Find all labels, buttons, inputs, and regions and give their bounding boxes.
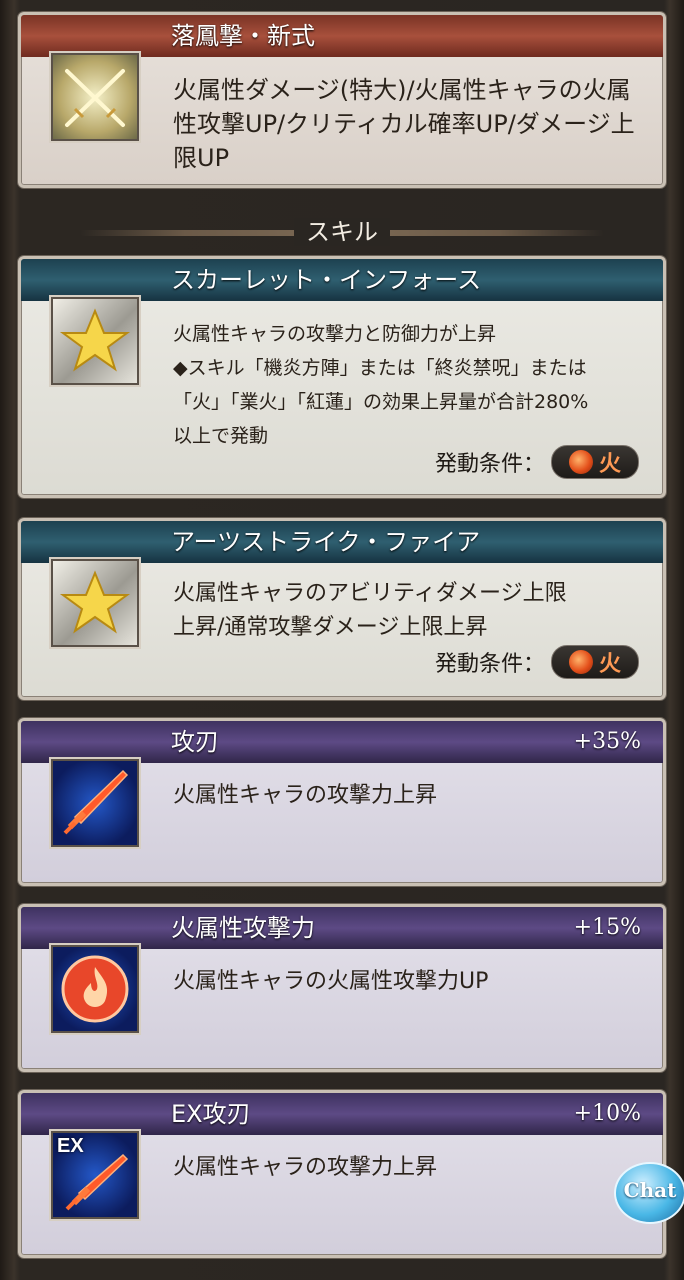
ex-sword-icon: EX bbox=[51, 1131, 139, 1219]
weapon-skill-name: EX攻刃 bbox=[21, 1093, 663, 1135]
weapon-skill-card: EX攻刃 +10% EX 火属性キャラの攻撃力上昇 bbox=[18, 1090, 666, 1258]
fire-sword-icon bbox=[51, 759, 139, 847]
skill-card: アーツストライク・ファイア 火属性キャラのアビリティダメージ上限 上昇/通常攻撃… bbox=[18, 518, 666, 700]
ex-badge: EX bbox=[57, 1135, 84, 1157]
weapon-skill-description: 火属性キャラの火属性攻撃力UP bbox=[173, 969, 489, 994]
weapon-skill-card: 攻刃 +35% 火属性キャラの攻撃力上昇 bbox=[18, 718, 666, 886]
skill-description: 火属性キャラのアビリティダメージ上限 上昇/通常攻撃ダメージ上限上昇 bbox=[173, 581, 567, 640]
skill-name: スカーレット・インフォース bbox=[21, 259, 663, 301]
activation-condition-label: 発動条件： bbox=[434, 452, 545, 477]
fire-orb-icon bbox=[568, 450, 593, 474]
activation-condition: 発動条件： 火 bbox=[435, 645, 639, 679]
weapon-skill-description: 火属性キャラの攻撃力上昇 bbox=[173, 1155, 438, 1180]
chat-button[interactable]: Chat bbox=[614, 1162, 684, 1224]
weapon-skill-name: 火属性攻撃力 bbox=[21, 907, 663, 949]
ougi-description: 火属性ダメージ(特大)/火属性キャラの火属性攻撃UP/クリティカル確率UP/ダメ… bbox=[173, 76, 635, 172]
weapon-skill-description: 火属性キャラの攻撃力上昇 bbox=[173, 783, 438, 808]
fire-element-badge: 火 bbox=[551, 645, 639, 679]
weapon-skill-name: 攻刃 bbox=[21, 721, 663, 763]
star-icon bbox=[51, 559, 139, 647]
weapon-skill-percent: +15% bbox=[573, 915, 641, 940]
activation-condition-label: 発動条件： bbox=[434, 652, 545, 677]
skill-name: アーツストライク・ファイア bbox=[21, 521, 663, 563]
crossed-swords-icon bbox=[51, 53, 139, 141]
activation-condition: 発動条件： 火 bbox=[435, 445, 639, 479]
skills-section-label: スキル bbox=[0, 212, 684, 252]
weapon-skill-card: 火属性攻撃力 +15% 火属性キャラの火属性攻撃力UP bbox=[18, 904, 666, 1072]
star-icon bbox=[51, 297, 139, 385]
weapon-skill-percent: +35% bbox=[573, 729, 641, 754]
skill-description: 火属性キャラの攻撃力と防御力が上昇 ◆スキル「機炎方陣」または「終炎禁呪」または… bbox=[173, 323, 589, 447]
weapon-skill-percent: +10% bbox=[573, 1101, 641, 1126]
fire-element-badge: 火 bbox=[551, 445, 639, 479]
fire-emblem-icon bbox=[51, 945, 139, 1033]
fire-orb-icon bbox=[568, 650, 593, 674]
skill-card: スカーレット・インフォース 火属性キャラの攻撃力と防御力が上昇 ◆スキル「機炎方… bbox=[18, 256, 666, 498]
ougi-card: 落鳳撃・新式 火属性ダメージ(特大)/火属性キャラの火属性攻撃UP/クリティカル… bbox=[18, 12, 666, 188]
ougi-name: 落鳳撃・新式 bbox=[21, 15, 663, 57]
